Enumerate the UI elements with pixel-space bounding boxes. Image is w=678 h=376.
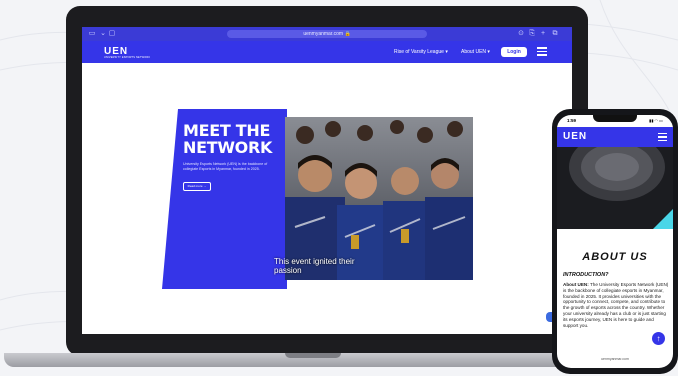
- tab-overview-icon[interactable]: ▢: [108, 30, 116, 38]
- phone-notch: [593, 115, 637, 122]
- tabs-icon[interactable]: ⧉: [551, 30, 559, 38]
- status-time: 1:59: [567, 118, 577, 123]
- hero-photo: [285, 117, 473, 280]
- laptop-screen: ▭ ⌄ ▢ uenmyanmar.com 🔒 ⊙ ⎘ + ⧉ UEN UNIVE…: [82, 27, 572, 334]
- sidebar-toggle-icon[interactable]: ▭: [88, 30, 96, 38]
- signal-wifi-battery-icon: ▮▮ ◠ ▭: [649, 118, 663, 123]
- address-bar[interactable]: uenmyanmar.com 🔒: [227, 30, 427, 38]
- phone-hero-image: [557, 147, 673, 229]
- browser-toolbar: ▭ ⌄ ▢ uenmyanmar.com 🔒 ⊙ ⎘ + ⧉: [82, 27, 572, 41]
- scroll-to-top-button[interactable]: ↑: [652, 332, 665, 345]
- about-paragraph: About UEN: The University Esports Networ…: [563, 282, 669, 328]
- phone-url-footer: uenmyanmar.com: [601, 357, 629, 361]
- hero-description: University Esports Network (UEN) is the …: [183, 162, 268, 171]
- site-navbar: UEN UNIVERSITY ESPORTS NETWORK Rise of V…: [82, 41, 572, 63]
- about-us-heading: ABOUT US: [582, 251, 648, 263]
- read-more-button[interactable]: Read more →: [183, 182, 211, 191]
- phone-screen: 1:59 ▮▮ ◠ ▭ UEN ABOUT US INTRODUCTION? A…: [557, 115, 673, 368]
- download-icon[interactable]: ⊙: [517, 30, 525, 38]
- phone-logo[interactable]: UEN: [563, 131, 587, 142]
- login-button[interactable]: Login: [501, 47, 527, 57]
- laptop-notch: [285, 353, 341, 358]
- video-caption: This event ignited their passion: [274, 257, 355, 275]
- about-lead: About UEN:: [563, 282, 589, 287]
- logo-tagline: UNIVERSITY ESPORTS NETWORK: [104, 56, 151, 59]
- share-icon[interactable]: ⎘: [528, 30, 536, 38]
- nav-rise-of-varsity-league[interactable]: Rise of Varsity League ▾: [394, 49, 448, 55]
- uen-logo[interactable]: UEN UNIVERSITY ESPORTS NETWORK: [104, 46, 150, 59]
- about-body: The University Esports Network (UEN) is …: [563, 282, 669, 328]
- hero-title: MEET THE NETWORK: [183, 121, 273, 157]
- nav-about-uen[interactable]: About UEN ▾: [461, 49, 490, 55]
- phone-menu-icon[interactable]: [658, 133, 667, 143]
- phone-navbar: UEN: [557, 127, 673, 147]
- new-tab-icon[interactable]: +: [539, 30, 547, 38]
- address-bar-url: uenmyanmar.com: [303, 31, 344, 37]
- chevron-down-icon[interactable]: ⌄: [99, 30, 107, 38]
- menu-icon[interactable]: [537, 47, 547, 56]
- introduction-heading: INTRODUCTION?: [563, 272, 609, 278]
